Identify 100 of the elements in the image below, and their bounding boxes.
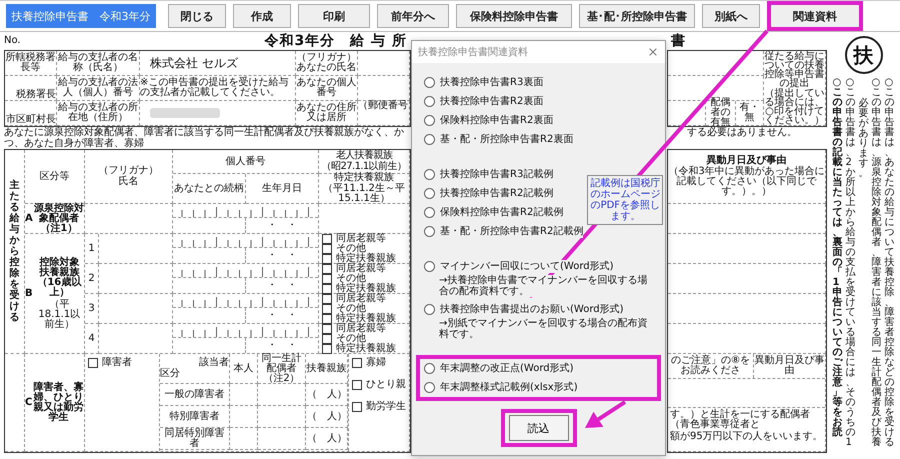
- radio-button[interactable]: [424, 115, 435, 126]
- toolbar-button[interactable]: 関連資料: [767, 1, 863, 31]
- checkbox[interactable]: [322, 294, 332, 304]
- checkbox[interactable]: [322, 264, 332, 274]
- row-sublabel: （平18.1.1以前生）: [37, 300, 82, 330]
- form-title: 令和3年分 給 与 所: [264, 32, 407, 50]
- radio-button[interactable]: [424, 77, 435, 88]
- grid-header: 本人: [234, 364, 254, 374]
- checkbox[interactable]: [322, 284, 332, 294]
- field-label: あなたの住所又は居所: [296, 103, 357, 123]
- toolbar-button[interactable]: 別紙へ: [702, 4, 760, 28]
- count-text: （ 人）: [307, 434, 347, 444]
- checkbox-label: 同居老親等: [336, 234, 386, 244]
- checkbox-label: 障害者: [102, 358, 132, 368]
- dialog-title: 扶養控除申告書関連資料: [418, 46, 528, 59]
- notice-text: する必要はありません。: [686, 127, 798, 140]
- column-header: 異動月日及び事由: [754, 356, 825, 376]
- field-label: あなたの個人番号: [296, 78, 357, 98]
- checkbox[interactable]: [352, 358, 362, 368]
- row-number: 4: [88, 334, 95, 344]
- row-code: A: [25, 214, 33, 224]
- radio-button[interactable]: [424, 188, 435, 199]
- checkbox[interactable]: [352, 402, 362, 412]
- checkbox-label: その他: [336, 304, 366, 314]
- row-label: 特別障害者: [170, 412, 220, 422]
- vertical-note: 必要があります。: [858, 96, 868, 179]
- radio-button[interactable]: [424, 134, 435, 145]
- checkbox[interactable]: [322, 314, 332, 324]
- toolbar-button[interactable]: 保険料控除申告書: [456, 4, 572, 28]
- option-label[interactable]: 扶養控除申告書提出のお願い(Word形式): [440, 303, 624, 316]
- checkbox[interactable]: [322, 244, 332, 254]
- grid-header: 区分: [160, 369, 181, 379]
- row-label: 同居特別障害者: [164, 428, 226, 448]
- field-value: 有・無: [738, 103, 760, 123]
- checkbox[interactable]: [88, 358, 98, 368]
- checkbox-label: 同居老親等: [336, 264, 386, 274]
- radio-button[interactable]: [424, 96, 435, 107]
- toolbar-button[interactable]: 基･配･所控除申告書: [579, 4, 695, 28]
- checkbox[interactable]: [322, 234, 332, 244]
- vertical-note: ○この申告書は、あなたの給与について扶養控除、障害者控除などの控除を受ける: [884, 78, 894, 448]
- option-label[interactable]: 年末調整様式記載例(xlsx形式): [440, 381, 578, 394]
- field-label: 給与の支払者の所在地（住所）: [57, 103, 139, 123]
- radio-button[interactable]: [424, 226, 435, 237]
- checkbox-label: 寡婦: [366, 358, 386, 368]
- row-label: 控除対象扶養親族（16歳以上）: [36, 258, 82, 298]
- field-label: 所轄税務署長等: [5, 53, 56, 73]
- vertical-note: ○この申告書は、2か所以上から給与の支払を受けている場合には、そのうちの1: [846, 78, 856, 448]
- date-separator: ・ ・: [267, 250, 297, 260]
- toolbar-button[interactable]: 作成: [233, 4, 291, 28]
- field-label: 給与の支払者の法人（個人）番号: [57, 78, 139, 98]
- field-label: 配偶者の有無: [710, 98, 732, 128]
- checkbox-label: 特定扶養親族: [336, 284, 396, 294]
- toolbar-button[interactable]: 前年分へ: [377, 4, 449, 28]
- option-label[interactable]: 年末調整の改正点(Word形式): [440, 362, 574, 375]
- checkbox[interactable]: [322, 344, 332, 354]
- load-button[interactable]: 読込: [508, 415, 568, 441]
- checkbox-label: その他: [336, 274, 366, 284]
- column-header: 氏名: [118, 177, 138, 187]
- option-label[interactable]: 扶養控除申告書R3記載例: [440, 168, 554, 181]
- option-label[interactable]: マイナンバー回収について(Word形式): [440, 260, 614, 273]
- radio-button[interactable]: [424, 169, 435, 180]
- checkbox[interactable]: [352, 380, 362, 390]
- section-label: 主たる給与から控除を受ける: [10, 180, 20, 323]
- column-header: （平11.1.2生～平15.1.1生）: [322, 184, 406, 204]
- checkbox[interactable]: [322, 304, 332, 314]
- date-separator: ・ ・: [267, 220, 297, 230]
- column-header: 異動月日及び事由: [706, 156, 786, 166]
- checkbox-label: 同居老親等: [336, 324, 386, 334]
- grid-header: 該当者: [198, 358, 229, 368]
- checkbox-label: 同居老親等: [336, 294, 386, 304]
- toolbar-button[interactable]: 閉じる: [168, 4, 226, 28]
- checkbox[interactable]: [322, 274, 332, 284]
- notice-text: あなたに源泉控除対象配偶者、障害者に該当する同一生計配偶者及び扶養親族がなく、かつ、あなた自身が障害者、寡婦: [4, 127, 405, 149]
- column-header: 生年月日: [262, 184, 302, 194]
- radio-button[interactable]: [424, 304, 435, 315]
- column-header: 区分等: [40, 172, 70, 182]
- close-icon[interactable]: [647, 46, 659, 58]
- row-number: 3: [88, 304, 95, 314]
- radio-button[interactable]: [424, 261, 435, 272]
- radio-button[interactable]: [424, 382, 435, 393]
- option-label[interactable]: 保険料控除申告書R2裏面: [440, 114, 554, 127]
- option-label[interactable]: 基・配・所控除申告書R2裏面: [440, 133, 574, 146]
- radio-button[interactable]: [424, 207, 435, 218]
- option-label[interactable]: 扶養控除申告書R3裏面: [440, 76, 544, 89]
- checkbox[interactable]: [322, 324, 332, 334]
- row-number: 1: [88, 244, 95, 254]
- checkbox[interactable]: [322, 334, 332, 344]
- checkbox-label: 特定扶養親族: [336, 314, 396, 324]
- option-label[interactable]: 基・配・所控除申告書R2記載例: [440, 225, 584, 238]
- vertical-note: ○この申告書は、源泉控除対象配偶者、障害者に該当する同一生計配偶者及び扶養: [872, 78, 882, 448]
- option-label[interactable]: 扶養控除申告書R2記載例: [440, 187, 554, 200]
- note-text: 額が95万円以下の人をいいます。: [670, 432, 823, 442]
- checkbox-label: 勤労学生: [366, 402, 406, 412]
- radio-button[interactable]: [424, 363, 435, 374]
- grid-header: 同一生計配偶者（注2）: [260, 354, 302, 384]
- option-label[interactable]: 保険料控除申告書R2記載例: [440, 206, 564, 219]
- note-text: のご注意」の⑧をお読みくださ: [670, 356, 751, 376]
- toolbar-button[interactable]: 印刷: [298, 4, 370, 28]
- checkbox[interactable]: [322, 254, 332, 264]
- option-label[interactable]: 扶養控除申告書R2裏面: [440, 95, 544, 108]
